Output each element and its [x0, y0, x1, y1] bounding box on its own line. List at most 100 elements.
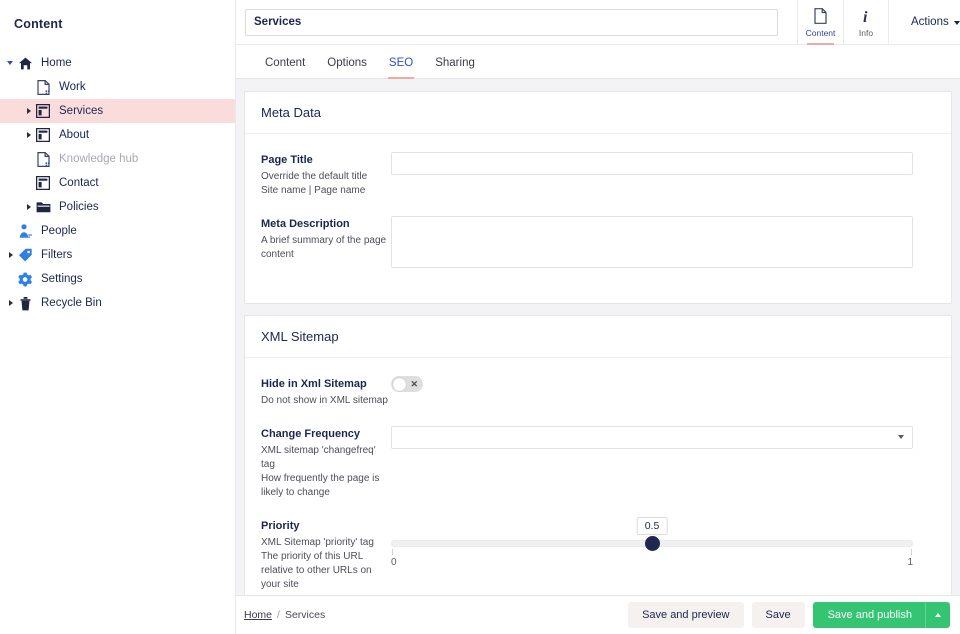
tab-sharing[interactable]: Sharing [424, 57, 486, 78]
caret-right-icon[interactable] [24, 202, 34, 212]
hide-in-sitemap-toggle[interactable]: ✕ [391, 376, 423, 392]
caret-right-icon[interactable] [24, 106, 34, 116]
caret-right-icon[interactable] [6, 250, 16, 260]
template-icon [34, 175, 52, 191]
gear-icon [16, 271, 34, 287]
node-name-input[interactable] [245, 9, 778, 36]
property-label: Priority [261, 520, 391, 532]
slider-max-label: 1 [907, 557, 913, 568]
toggle-off-icon: ✕ [410, 377, 418, 391]
meta-description-textarea[interactable] [391, 216, 913, 268]
slider-min-label: 0 [391, 557, 397, 568]
tree-item-about[interactable]: About [0, 123, 235, 147]
tree-item-label: Services [59, 105, 103, 117]
slider-tick-max [911, 549, 912, 555]
chevron-down-icon [954, 21, 960, 25]
property-label: Meta Description [261, 218, 391, 230]
content-tree: Home Work Services AboutKnowledge hub Contac… [0, 51, 235, 315]
tree-item-label: Policies [59, 201, 99, 213]
tree-item-label: Contact [59, 177, 99, 189]
tree-item-policies[interactable]: Policies [0, 195, 235, 219]
change-frequency-select-wrapper [391, 426, 913, 449]
slider-track[interactable]: 0.5 [391, 540, 913, 547]
section-title: XML Sitemap [245, 316, 951, 358]
slider-tick-min [392, 549, 393, 555]
tree-item-label: Recycle Bin [41, 297, 102, 309]
people-icon [16, 223, 34, 239]
property-meta: Page Title Override the default title Sit… [261, 152, 391, 198]
tree-item-label: Home [41, 57, 72, 69]
chevron-up-icon [935, 613, 941, 617]
editor-footer: Home / Services Save and preview Save Sa… [236, 595, 960, 634]
breadcrumb-current: Services [285, 609, 325, 621]
publish-dropdown-toggle[interactable] [925, 602, 950, 628]
save-and-publish-button[interactable]: Save and publish [813, 602, 950, 628]
property-row: Page Title Override the default title Sit… [261, 146, 935, 210]
caret-right-icon[interactable] [6, 298, 16, 308]
document-icon [34, 151, 52, 167]
property-row: Priority XML Sitemap 'priority' tag The p… [261, 512, 935, 595]
property-meta: Change FrequencyXML sitemap 'changefreq'… [261, 426, 391, 500]
slider-scale: 01 [391, 549, 913, 573]
property-editor [391, 216, 935, 273]
tree-item-contact[interactable]: Contact [0, 171, 235, 195]
tree-item-work[interactable]: Work [0, 75, 235, 99]
tree-item-home[interactable]: Home [0, 51, 235, 75]
priority-slider[interactable]: 0.501 [391, 518, 913, 573]
caret-placeholder [24, 154, 34, 164]
tree-item-knowledge-hub[interactable]: Knowledge hub [0, 147, 235, 171]
tree-item-services[interactable]: Services [0, 99, 235, 123]
property-description: A brief summary of the page content [261, 234, 391, 262]
tab-content[interactable]: Content [254, 57, 316, 78]
umbraco-backoffice: Content Home Work Services AboutKnowledge h… [0, 0, 960, 634]
tab-seo[interactable]: SEO [378, 57, 424, 78]
page-title-input[interactable] [391, 152, 913, 175]
app-tab-content[interactable]: Content [797, 0, 843, 45]
section-body: Hide in Xml SitemapDo not show in XML si… [245, 358, 951, 595]
caret-placeholder [6, 274, 16, 284]
tab-options[interactable]: Options [316, 57, 378, 78]
property-row: Change FrequencyXML sitemap 'changefreq'… [261, 420, 935, 512]
breadcrumb-separator: / [277, 609, 280, 621]
footer-buttons: Save and preview Save Save and publish [628, 602, 950, 628]
caret-down-icon[interactable] [6, 58, 16, 68]
section-card: XML Sitemap Hide in Xml SitemapDo not sho… [244, 315, 952, 595]
info-icon: i [860, 7, 872, 24]
section-card: Meta Data Page Title Override the default … [244, 91, 952, 304]
property-label: Change Frequency [261, 428, 391, 440]
save-button[interactable]: Save [752, 602, 805, 628]
main-editor: ContentiInfo Actions ContentOptionsSEOSh… [236, 0, 960, 634]
app-tab-label: Info [859, 28, 873, 38]
property-description: XML Sitemap 'priority' tag The priority … [261, 536, 391, 592]
tree-item-recycle-bin[interactable]: Recycle Bin [0, 291, 235, 315]
property-editor [391, 426, 935, 500]
app-tab-label: Content [806, 28, 836, 38]
section-title: Meta Data [245, 92, 951, 134]
property-description: Override the default title Site name | P… [261, 170, 391, 198]
caret-right-icon[interactable] [24, 130, 34, 140]
property-label: Page Title [261, 154, 391, 166]
property-row: Hide in Xml SitemapDo not show in XML si… [261, 370, 935, 420]
app-tabs: Content i Info [797, 0, 889, 45]
tree-item-people[interactable]: People [0, 219, 235, 243]
chevron-down-icon [898, 435, 905, 439]
svg-text:i: i [863, 9, 868, 24]
tree-item-label: Work [59, 81, 86, 93]
app-tab-info[interactable]: i Info [843, 0, 889, 45]
change-frequency-select[interactable] [391, 426, 913, 449]
document-icon [34, 79, 52, 95]
breadcrumb: Home / Services [244, 609, 325, 621]
editor-content: Meta Data Page Title Override the default … [236, 79, 960, 595]
folder-icon [34, 199, 52, 215]
actions-menu-button[interactable]: Actions [911, 16, 960, 28]
property-editor: 0.501 [391, 518, 935, 592]
template-icon [34, 127, 52, 143]
property-group-tabs: ContentOptionsSEOSharing [236, 45, 960, 79]
tree-item-settings[interactable]: Settings [0, 267, 235, 291]
sidebar-title: Content [0, 0, 235, 31]
save-and-preview-button[interactable]: Save and preview [628, 602, 743, 628]
breadcrumb-root[interactable]: Home [244, 609, 272, 621]
tree-item-label: Filters [41, 249, 72, 261]
tree-item-filters[interactable]: Filters [0, 243, 235, 267]
content-tree-sidebar: Content Home Work Services AboutKnowledge h… [0, 0, 236, 634]
